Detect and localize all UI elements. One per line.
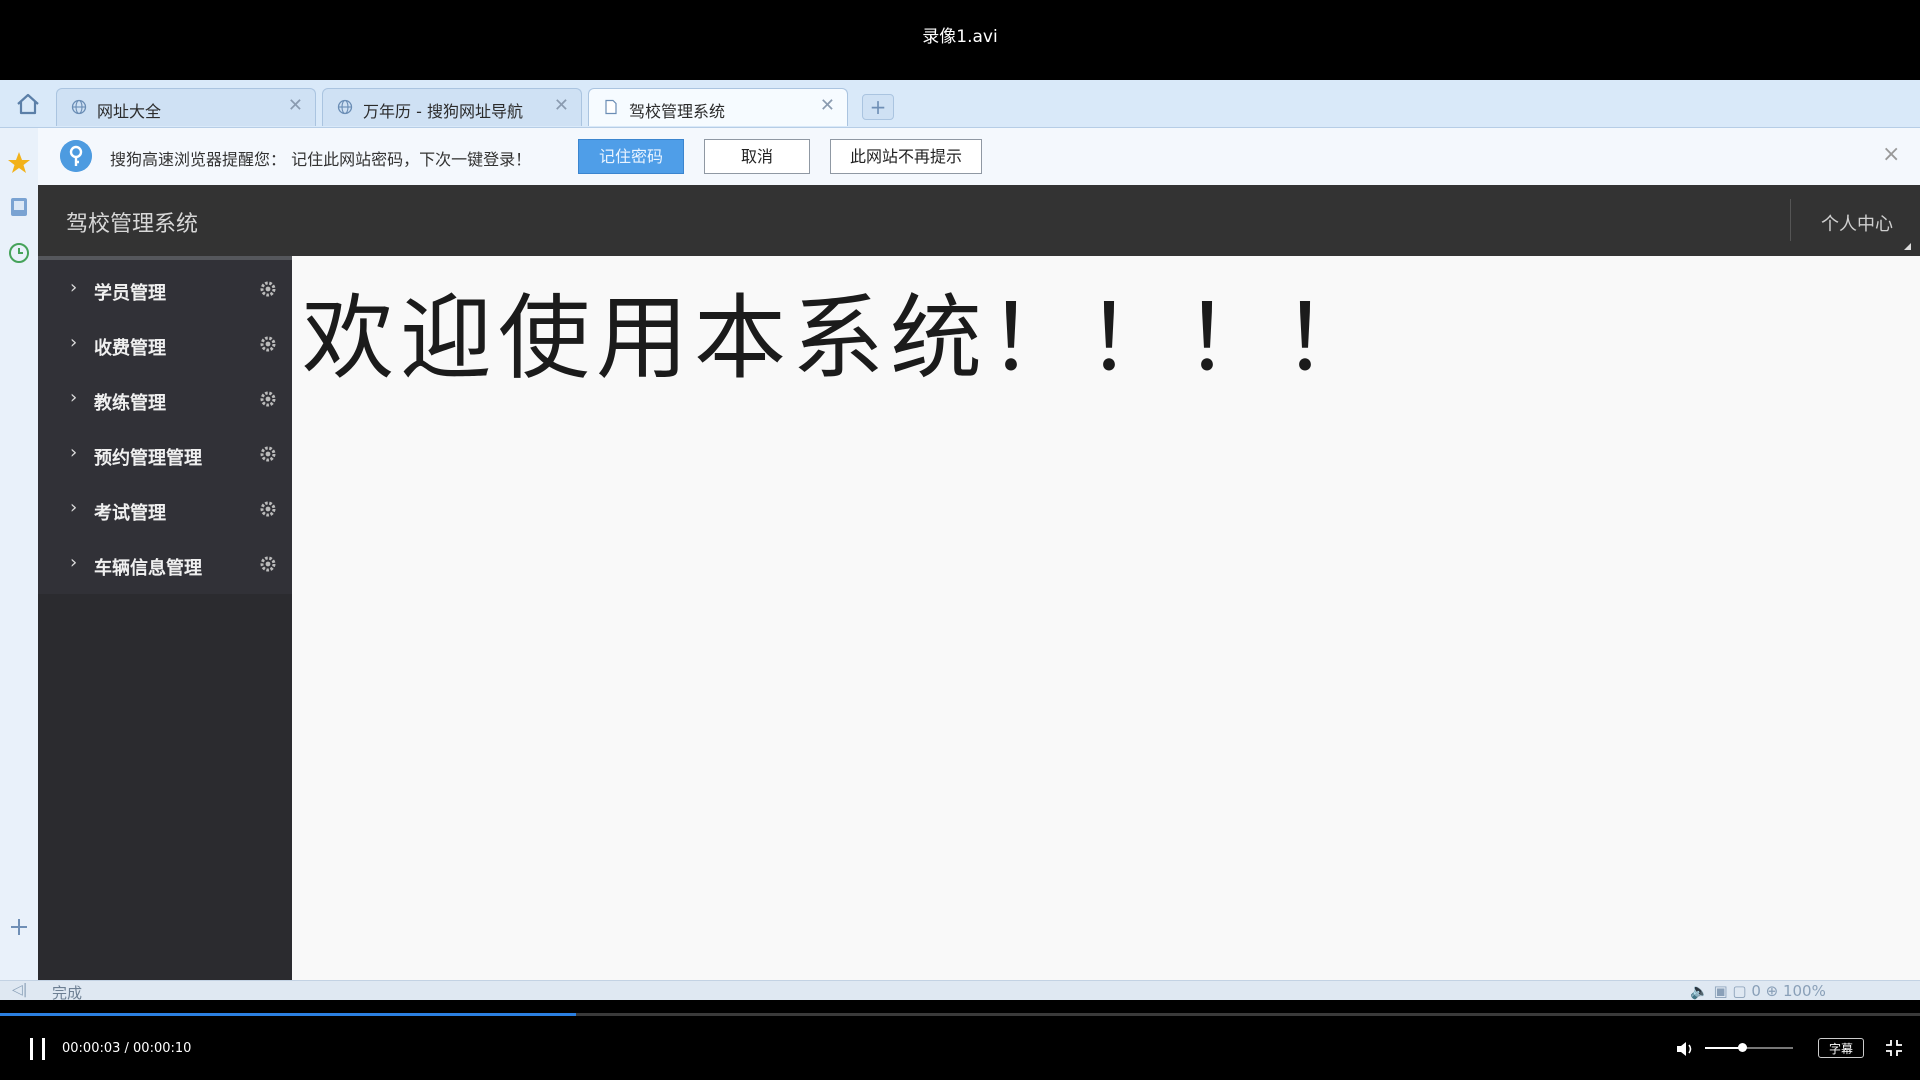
clock-icon[interactable]	[6, 240, 32, 266]
volume-icon[interactable]	[1674, 1038, 1696, 1060]
app-header: 驾校管理系统 个人中心	[38, 185, 1920, 256]
close-icon[interactable]: ✕	[554, 95, 569, 116]
book-icon[interactable]	[6, 194, 32, 220]
status-text: 完成	[52, 984, 83, 1000]
sidebar-item-student-management[interactable]: › 学员管理	[38, 264, 292, 319]
pause-icon[interactable]	[28, 1038, 48, 1060]
app-brand[interactable]: 驾校管理系统	[66, 206, 198, 238]
password-reminder-bar: 搜狗高速浏览器提醒您： 记住此网站密码，下次一键登录！ 记住密码 取消 此网站不…	[38, 128, 1920, 234]
close-icon[interactable]: ✕	[288, 95, 303, 116]
browser-status-bar: ◁| 完成 🔈 ▣ ▢ 0 ⊕ 100%	[0, 980, 1920, 1000]
remember-password-button[interactable]: 记住密码	[578, 139, 684, 174]
tab-label: 万年历 - 搜狗网址导航	[363, 102, 523, 121]
tab-calendar[interactable]: 万年历 - 搜狗网址导航 ✕	[322, 88, 582, 126]
chevron-right-icon: ›	[70, 387, 78, 408]
welcome-heading: 欢迎使用本系统！！！！	[302, 285, 1381, 392]
star-icon[interactable]	[6, 150, 32, 176]
sidebar-item-label: 收费管理	[94, 338, 166, 359]
sidebar-item-label: 学员管理	[94, 283, 166, 304]
key-icon	[60, 140, 92, 172]
gear-icon	[260, 391, 276, 407]
browser-tab-bar: 网址大全 ✕ 万年历 - 搜狗网址导航 ✕ 驾校管理系统 ✕ +	[0, 80, 1920, 128]
exit-fullscreen-icon[interactable]	[1884, 1038, 1904, 1058]
never-for-this-site-button[interactable]: 此网站不再提示	[830, 139, 982, 174]
home-icon[interactable]	[14, 90, 42, 118]
chevron-right-icon: ›	[70, 442, 78, 463]
chevron-right-icon: ›	[70, 552, 78, 573]
sidebar-menu: › 学员管理 › 收费管理 › 教练管理 › 预约管理管理 › 考试管理 › 车…	[38, 260, 292, 594]
tab-label: 网址大全	[97, 102, 162, 121]
chevron-right-icon: ›	[70, 497, 78, 518]
sidebar-item-coach-management[interactable]: › 教练管理	[38, 374, 292, 429]
gear-icon	[260, 501, 276, 517]
close-icon[interactable]: ✕	[820, 95, 835, 116]
volume-fill	[1705, 1047, 1742, 1049]
sidebar-item-label: 教练管理	[94, 393, 166, 414]
subtitle-button[interactable]: 字幕	[1818, 1038, 1864, 1058]
page-icon	[605, 99, 617, 115]
dropdown-corner-icon	[1904, 243, 1911, 250]
sidebar-toggle-icon[interactable]: ◁|	[12, 982, 27, 998]
personal-center-link[interactable]: 个人中心	[1821, 210, 1893, 236]
sidebar-item-booking-management[interactable]: › 预约管理管理	[38, 429, 292, 484]
gear-icon	[260, 336, 276, 352]
gear-icon	[260, 281, 276, 297]
tab-url-directory[interactable]: 网址大全 ✕	[56, 88, 316, 126]
main-content: 欢迎使用本系统！！！！	[292, 256, 1920, 980]
tab-driving-school-system[interactable]: 驾校管理系统 ✕	[588, 88, 848, 126]
plus-icon[interactable]	[6, 914, 32, 940]
sidebar-item-label: 车辆信息管理	[94, 558, 202, 579]
close-icon[interactable]: ×	[1882, 142, 1900, 167]
tab-label: 驾校管理系统	[629, 102, 726, 121]
cancel-button[interactable]: 取消	[704, 139, 810, 174]
password-reminder-message: 搜狗高速浏览器提醒您： 记住此网站密码，下次一键登录！	[110, 150, 532, 169]
chevron-right-icon: ›	[70, 332, 78, 353]
sidebar-item-label: 考试管理	[94, 503, 166, 524]
status-tools[interactable]: 🔈 ▣ ▢ 0 ⊕ 100%	[1690, 982, 1826, 1000]
app-sidebar: › 学员管理 › 收费管理 › 教练管理 › 预约管理管理 › 考试管理 › 车…	[38, 256, 292, 980]
new-tab-button[interactable]: +	[862, 94, 894, 120]
header-divider	[1790, 199, 1791, 241]
video-title: 录像1.avi	[922, 27, 998, 47]
sidebar-item-label: 预约管理管理	[94, 448, 202, 469]
gear-icon	[260, 446, 276, 462]
browser-side-rail	[0, 128, 39, 1000]
progress-fill	[0, 1013, 576, 1016]
player-controls: 00:00:03 / 00:00:10 字幕	[0, 1000, 1920, 1080]
gear-icon	[260, 556, 276, 572]
volume-knob[interactable]	[1737, 1043, 1747, 1052]
player-title-bar: 录像1.avi	[0, 0, 1920, 80]
globe-icon	[337, 99, 353, 115]
time-readout: 00:00:03 / 00:00:10	[62, 1041, 192, 1056]
video-frame: 网址大全 ✕ 万年历 - 搜狗网址导航 ✕ 驾校管理系统 ✕ + 搜狗高速浏览器…	[0, 80, 1920, 1000]
globe-icon	[71, 99, 87, 115]
sidebar-item-fee-management[interactable]: › 收费管理	[38, 319, 292, 374]
sidebar-item-vehicle-management[interactable]: › 车辆信息管理	[38, 539, 292, 594]
sidebar-item-exam-management[interactable]: › 考试管理	[38, 484, 292, 539]
chevron-right-icon: ›	[70, 277, 78, 298]
